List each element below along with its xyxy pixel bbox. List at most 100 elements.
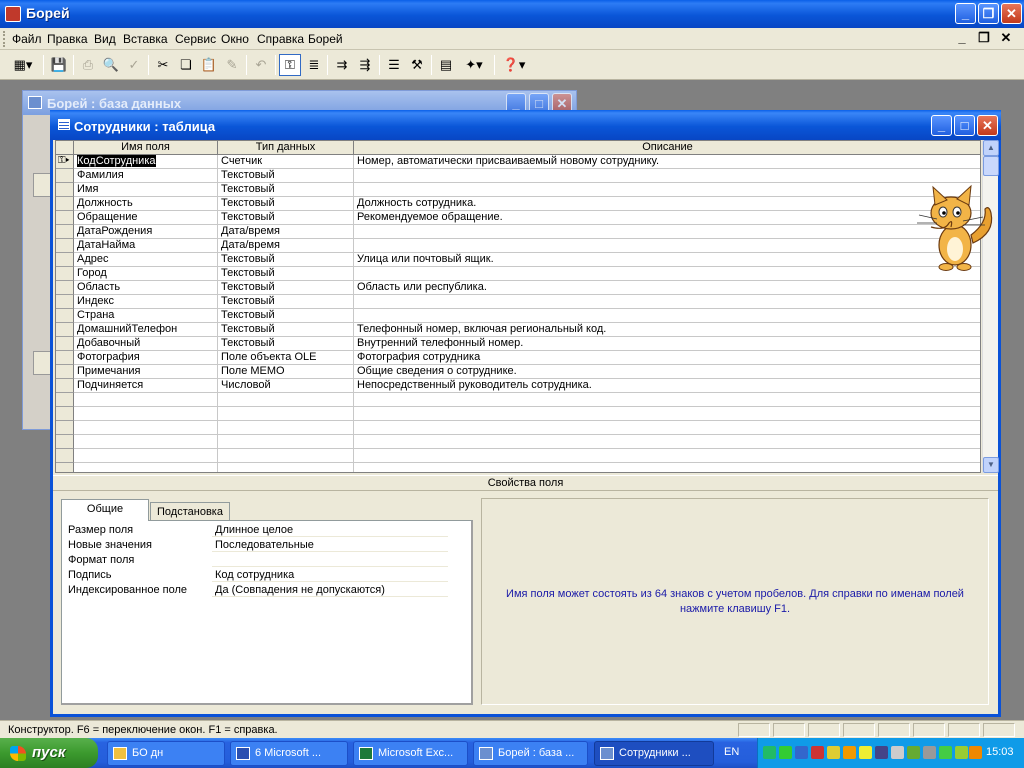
tab-lookup[interactable]: Подстановка: [150, 502, 230, 522]
column-header-data-type[interactable]: Тип данных: [218, 141, 354, 155]
description-cell[interactable]: Должность сотрудника.: [354, 197, 980, 210]
description-cell[interactable]: Непосредственный руководитель сотрудника…: [354, 379, 980, 392]
field-name-cell[interactable]: Индекс: [74, 295, 218, 308]
row-selector[interactable]: [56, 449, 74, 463]
description-cell[interactable]: [354, 393, 980, 406]
preview-icon[interactable]: 🔍: [100, 54, 122, 76]
build-icon[interactable]: ⚒: [406, 54, 428, 76]
field-name-cell[interactable]: [74, 435, 218, 448]
description-cell[interactable]: [354, 267, 980, 280]
properties-icon[interactable]: ☰: [383, 54, 405, 76]
table-row[interactable]: Имя Текстовый: [56, 183, 980, 197]
row-selector[interactable]: [56, 281, 74, 295]
data-type-cell[interactable]: [218, 449, 354, 462]
menu-insert[interactable]: Вставка: [123, 32, 168, 46]
field-name-cell[interactable]: КодСотрудника: [74, 155, 218, 168]
data-type-cell[interactable]: [218, 421, 354, 434]
field-name-cell[interactable]: Фотография: [74, 351, 218, 364]
column-header-description[interactable]: Описание: [354, 141, 980, 155]
field-name-cell[interactable]: ДомашнийТелефон: [74, 323, 218, 336]
tray-icon[interactable]: [939, 746, 952, 759]
description-cell[interactable]: [354, 239, 980, 252]
data-type-cell[interactable]: Поле MEMO: [218, 365, 354, 378]
description-cell[interactable]: [354, 309, 980, 322]
table-row[interactable]: Фотография Поле объекта OLE Фотография сот…: [56, 351, 980, 365]
copy-icon[interactable]: ❏: [175, 54, 197, 76]
tray-icon[interactable]: [827, 746, 840, 759]
description-cell[interactable]: [354, 183, 980, 196]
description-cell[interactable]: Область или республика.: [354, 281, 980, 294]
task-folder[interactable]: БО дн: [107, 741, 225, 766]
tray-icon[interactable]: [923, 746, 936, 759]
data-type-cell[interactable]: [218, 407, 354, 420]
row-selector[interactable]: [56, 169, 74, 183]
minimize-button[interactable]: _: [955, 3, 976, 24]
table-row[interactable]: Фамилия Текстовый: [56, 169, 980, 183]
tray-icon[interactable]: [907, 746, 920, 759]
table-row[interactable]: Обращение Текстовый Рекомендуемое обращени…: [56, 211, 980, 225]
data-type-cell[interactable]: Поле объекта OLE: [218, 351, 354, 364]
table-row[interactable]: Подчиняется Числовой Непосредственный руко…: [56, 379, 980, 393]
field-name-cell[interactable]: Фамилия: [74, 169, 218, 182]
data-type-cell[interactable]: Текстовый: [218, 169, 354, 182]
menu-file[interactable]: Файл: [12, 32, 42, 46]
doc-minimize-button[interactable]: _: [952, 30, 972, 48]
table-row[interactable]: [56, 435, 980, 449]
data-type-cell[interactable]: Текстовый: [218, 211, 354, 224]
field-name-cell[interactable]: Обращение: [74, 211, 218, 224]
field-name-cell[interactable]: Примечания: [74, 365, 218, 378]
clock[interactable]: 15:03: [986, 746, 1014, 758]
view-icon[interactable]: ▦▾: [6, 54, 40, 76]
row-selector[interactable]: [56, 309, 74, 323]
tray-icon[interactable]: [843, 746, 856, 759]
field-name-cell[interactable]: Область: [74, 281, 218, 294]
description-cell[interactable]: Рекомендуемое обращение.: [354, 211, 980, 224]
spell-icon[interactable]: ✓: [123, 54, 145, 76]
description-cell[interactable]: [354, 435, 980, 448]
row-selector[interactable]: [56, 393, 74, 407]
menu-edit[interactable]: Правка: [47, 32, 88, 46]
new-object-icon[interactable]: ✦▾: [458, 54, 490, 76]
row-selector[interactable]: [56, 407, 74, 421]
field-name-cell[interactable]: Город: [74, 267, 218, 280]
row-selector[interactable]: [56, 197, 74, 211]
tray-icon[interactable]: [859, 746, 872, 759]
tray-icon[interactable]: [891, 746, 904, 759]
tray-icon[interactable]: [955, 746, 968, 759]
table-row[interactable]: ДатаРождения Дата/время: [56, 225, 980, 239]
row-selector[interactable]: [56, 435, 74, 449]
property-value[interactable]: Код сотрудника: [212, 568, 448, 582]
field-name-cell[interactable]: Подчиняется: [74, 379, 218, 392]
doc-restore-button[interactable]: ❐: [974, 30, 994, 48]
tray-icon[interactable]: [969, 746, 982, 759]
field-name-cell[interactable]: Имя: [74, 183, 218, 196]
menu-window[interactable]: Окно: [221, 32, 249, 46]
scroll-thumb[interactable]: [983, 156, 999, 176]
row-selector[interactable]: [56, 421, 74, 435]
field-name-cell[interactable]: Адрес: [74, 253, 218, 266]
table-row[interactable]: [56, 421, 980, 435]
field-name-cell[interactable]: [74, 449, 218, 462]
insert-rows-icon[interactable]: ⇉: [331, 54, 353, 76]
data-type-cell[interactable]: Текстовый: [218, 323, 354, 336]
description-cell[interactable]: Внутренний телефонный номер.: [354, 337, 980, 350]
language-indicator[interactable]: EN: [724, 746, 739, 758]
description-cell[interactable]: Общие сведения о сотруднике.: [354, 365, 980, 378]
row-selector[interactable]: [56, 239, 74, 253]
data-type-cell[interactable]: Дата/время: [218, 239, 354, 252]
field-name-cell[interactable]: Страна: [74, 309, 218, 322]
menu-view[interactable]: Вид: [94, 32, 116, 46]
table-row[interactable]: Адрес Текстовый Улица или почтовый ящик.: [56, 253, 980, 267]
row-selector[interactable]: [56, 267, 74, 281]
save-icon[interactable]: 💾: [48, 54, 70, 76]
description-cell[interactable]: Телефонный номер, включая региональный к…: [354, 323, 980, 336]
description-cell[interactable]: [354, 295, 980, 308]
tray-icon[interactable]: [875, 746, 888, 759]
field-name-cell[interactable]: [74, 421, 218, 434]
task-excel[interactable]: Microsoft Exc...: [353, 741, 468, 766]
data-type-cell[interactable]: Текстовый: [218, 281, 354, 294]
indexes-icon[interactable]: ≣: [303, 54, 325, 76]
tray-icon[interactable]: [779, 746, 792, 759]
description-cell[interactable]: [354, 407, 980, 420]
data-type-cell[interactable]: Текстовый: [218, 253, 354, 266]
